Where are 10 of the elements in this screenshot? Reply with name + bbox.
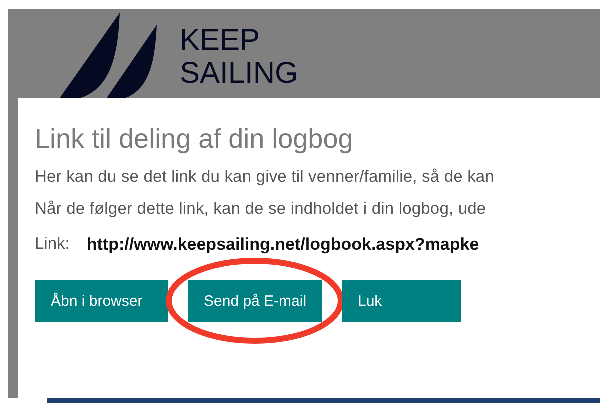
info-paragraph: Her kan du se det link du kan give til venner/familie, så de kan [35,168,496,187]
link-url: http://www.keepsailing.net/logbook.aspx?mapke [86,235,480,255]
logo-text: KEEP [180,24,262,56]
dialog-title: Link til deling af din logbog [35,124,354,155]
action-button[interactable]: Luk [342,280,461,322]
link-label: Link: [35,235,70,255]
action-button[interactable]: Send på E-mail [188,280,322,322]
info-paragraph: Når de følger dette link, kan de se indholdet i din logbog, ude [35,200,488,219]
logo-text: SAILING [180,56,298,90]
action-button[interactable]: Åbn i browser [35,280,168,322]
